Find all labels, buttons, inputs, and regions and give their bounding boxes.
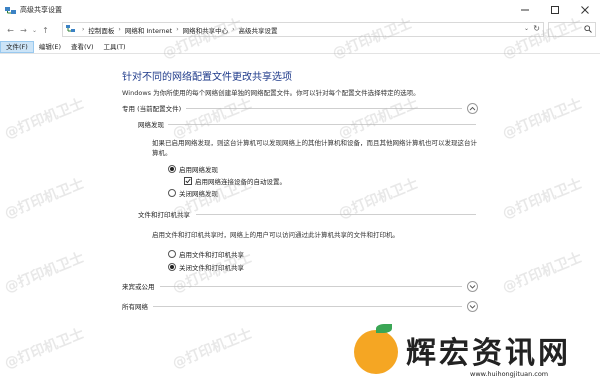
network-sharing-icon bbox=[5, 6, 16, 15]
maximize-icon[interactable] bbox=[540, 0, 570, 20]
search-box[interactable] bbox=[548, 22, 596, 37]
menu-bar: 文件(F) 编辑(E) 查看(V) 工具(T) bbox=[0, 40, 600, 53]
radio-disable-network-discovery[interactable]: 关闭网络发现 bbox=[168, 188, 218, 198]
file-printer-sharing-description: 启用文件和打印机共享时，网络上的用户可以访问通过此计算机共享的文件和打印机。 bbox=[152, 231, 399, 239]
all-networks-label: 所有网络 bbox=[122, 303, 148, 311]
page-description: Windows 为你所使用的每个网络创建单独的网络配置文件。你可以针对每个配置文… bbox=[122, 89, 420, 97]
radio-button[interactable] bbox=[168, 263, 176, 271]
breadcrumb-separator: › bbox=[176, 26, 179, 33]
radio-button[interactable] bbox=[168, 189, 176, 197]
radio-button[interactable] bbox=[168, 165, 176, 173]
breadcrumb-advanced-sharing[interactable]: 高级共享设置 bbox=[239, 25, 278, 35]
breadcrumb-network-sharing-center[interactable]: 网络和共享中心 bbox=[183, 25, 229, 35]
title-bar: 高级共享设置 bbox=[0, 0, 600, 20]
close-icon[interactable] bbox=[570, 0, 600, 20]
leaf-icon bbox=[376, 324, 392, 333]
breadcrumb-network-internet[interactable]: 网络和 Internet bbox=[125, 25, 172, 35]
chevron-up-icon[interactable] bbox=[467, 102, 478, 114]
logo-url: www.huihongjituan.com bbox=[470, 370, 549, 378]
address-dropdown-chevron-icon[interactable]: ⌄ bbox=[524, 25, 529, 32]
radio-disable-file-printer-sharing[interactable]: 关闭文件和打印机共享 bbox=[168, 262, 244, 272]
page-title: 针对不同的网络配置文件更改共享选项 bbox=[122, 72, 292, 83]
breadcrumb-separator: › bbox=[118, 26, 121, 33]
all-networks-profile-header[interactable]: 所有网络 bbox=[122, 300, 478, 312]
radio-enable-file-printer-sharing[interactable]: 启用文件和打印机共享 bbox=[168, 249, 244, 259]
divider bbox=[168, 124, 476, 125]
option-label: 关闭网络发现 bbox=[179, 190, 218, 198]
up-arrow-icon[interactable]: ↑ bbox=[39, 21, 52, 39]
option-label: 启用网络连接设备的自动设置。 bbox=[195, 178, 286, 186]
option-label: 启用文件和打印机共享 bbox=[179, 251, 244, 259]
recent-locations-chevron-icon[interactable]: ⌄ bbox=[30, 21, 39, 39]
menu-tools[interactable]: 工具(T) bbox=[99, 41, 131, 53]
forward-arrow-icon[interactable]: → bbox=[17, 21, 30, 39]
checkbox-auto-setup[interactable]: 启用网络连接设备的自动设置。 bbox=[184, 176, 286, 186]
network-discovery-title: 网络发现 bbox=[138, 121, 164, 129]
divider bbox=[196, 214, 476, 215]
search-icon bbox=[584, 24, 592, 35]
site-logo: 辉宏资讯网 www.huihongjituan.com bbox=[352, 322, 600, 385]
file-printer-sharing-title: 文件和打印机共享 bbox=[138, 211, 190, 219]
option-label: 启用网络发现 bbox=[179, 166, 218, 174]
control-panel-icon bbox=[66, 24, 75, 35]
network-discovery-description: 如果已启用网络发现，则这台计算机可以发现网络上的其他计算机和设备，而且其他网络计… bbox=[152, 139, 477, 157]
private-profile-header[interactable]: 专用 (当前配置文件) bbox=[122, 102, 478, 114]
logo-text: 辉宏资讯网 bbox=[406, 336, 571, 371]
menu-edit[interactable]: 编辑(E) bbox=[34, 41, 66, 53]
radio-button[interactable] bbox=[168, 250, 176, 258]
navigation-bar: ← → ⌄ ↑ › 控制面板 › 网络和 Internet › 网络和共享中心 … bbox=[0, 20, 600, 40]
radio-enable-network-discovery[interactable]: 启用网络发现 bbox=[168, 164, 218, 174]
breadcrumb-separator: › bbox=[232, 26, 235, 33]
breadcrumb-control-panel[interactable]: 控制面板 bbox=[88, 25, 114, 35]
refresh-icon[interactable]: ↻ bbox=[533, 24, 540, 33]
orange-logo-icon bbox=[354, 330, 398, 374]
option-label: 关闭文件和打印机共享 bbox=[179, 264, 244, 272]
divider bbox=[153, 305, 462, 307]
chevron-down-icon[interactable] bbox=[467, 280, 478, 292]
menu-file[interactable]: 文件(F) bbox=[0, 40, 34, 53]
divider bbox=[186, 107, 462, 109]
guest-public-profile-header[interactable]: 来宾或公用 bbox=[122, 280, 478, 292]
breadcrumb-separator: › bbox=[82, 26, 85, 33]
address-bar[interactable]: › 控制面板 › 网络和 Internet › 网络和共享中心 › 高级共享设置… bbox=[62, 22, 544, 37]
guest-public-label: 来宾或公用 bbox=[122, 283, 155, 291]
menu-view[interactable]: 查看(V) bbox=[66, 41, 99, 53]
minimize-icon[interactable] bbox=[510, 0, 540, 20]
chevron-down-icon[interactable] bbox=[467, 300, 478, 312]
private-profile-label: 专用 (当前配置文件) bbox=[122, 105, 182, 113]
back-arrow-icon[interactable]: ← bbox=[4, 21, 17, 39]
divider bbox=[159, 285, 462, 287]
window-title: 高级共享设置 bbox=[20, 6, 62, 14]
checkmark-icon[interactable] bbox=[184, 177, 192, 185]
